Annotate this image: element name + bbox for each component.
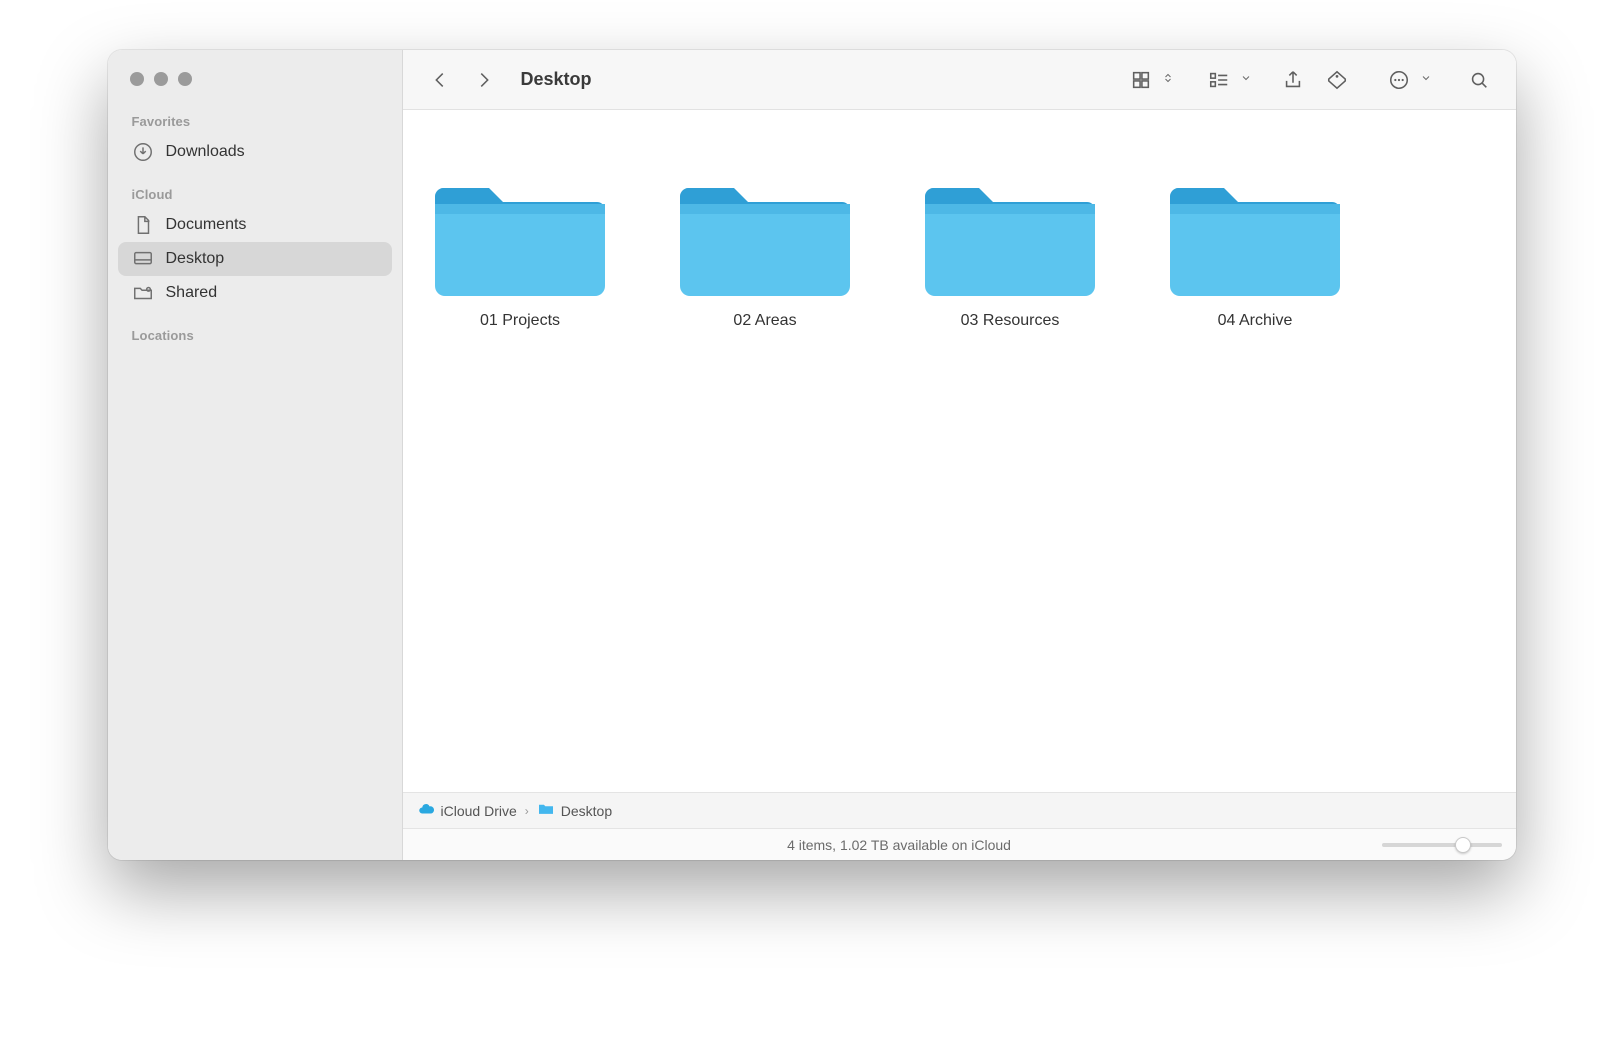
search-button[interactable] [1462, 63, 1496, 97]
folder-item[interactable]: 04 Archive [1158, 160, 1353, 330]
folder-icon [680, 160, 850, 300]
more-actions-icon [1382, 63, 1416, 97]
folder-icon [435, 160, 605, 300]
icloud-icon [417, 800, 435, 821]
path-bar: iCloud Drive › Desktop [403, 792, 1516, 828]
back-button[interactable] [423, 63, 457, 97]
sidebar-item-label: Shared [166, 284, 218, 302]
sidebar-item-label: Documents [166, 216, 247, 234]
sidebar-item-downloads[interactable]: Downloads [118, 135, 392, 169]
group-by-button[interactable] [1202, 63, 1252, 97]
chevron-right-icon: › [525, 804, 529, 818]
window-controls [108, 72, 402, 114]
share-button[interactable] [1276, 63, 1310, 97]
file-grid[interactable]: 01 Projects 02 Areas 03 Resources 04 Arc… [403, 110, 1516, 792]
status-text: 4 items, 1.02 TB available on iCloud [417, 837, 1382, 853]
sidebar-section-locations: Locations [108, 328, 402, 367]
folder-name: 02 Areas [668, 312, 863, 330]
folder-name: 03 Resources [913, 312, 1108, 330]
status-bar: 4 items, 1.02 TB available on iCloud [403, 828, 1516, 860]
minimize-window[interactable] [154, 72, 168, 86]
sidebar-section-favorites: Favorites Downloads [108, 114, 402, 187]
breadcrumb-current[interactable]: Desktop [537, 802, 612, 819]
tags-button[interactable] [1320, 63, 1354, 97]
view-mode-button[interactable] [1124, 63, 1174, 97]
toolbar: Desktop [403, 50, 1516, 110]
sidebar-item-label: Desktop [166, 250, 225, 268]
chevron-down-icon [1420, 71, 1432, 89]
breadcrumb-label: iCloud Drive [441, 803, 517, 819]
breadcrumb-label: Desktop [561, 803, 612, 819]
download-circle-icon [132, 141, 154, 163]
sidebar-item-shared[interactable]: Shared [118, 276, 392, 310]
main-pane: Desktop [403, 50, 1516, 860]
chevron-updown-icon [1162, 71, 1174, 89]
forward-button[interactable] [467, 63, 501, 97]
folder-item[interactable]: 01 Projects [423, 160, 618, 330]
folder-icon [537, 802, 555, 819]
breadcrumb-root[interactable]: iCloud Drive [417, 800, 517, 821]
group-icon [1202, 63, 1236, 97]
chevron-down-icon [1240, 71, 1252, 89]
folder-icon [1170, 160, 1340, 300]
close-window[interactable] [130, 72, 144, 86]
folder-name: 04 Archive [1158, 312, 1353, 330]
finder-window: Favorites Downloads iCloud Documents [108, 50, 1516, 860]
folder-item[interactable]: 03 Resources [913, 160, 1108, 330]
zoom-window[interactable] [178, 72, 192, 86]
sidebar-section-icloud: iCloud Documents Desktop Shared [108, 187, 402, 328]
folder-name: 01 Projects [423, 312, 618, 330]
sidebar-item-label: Downloads [166, 143, 245, 161]
actions-button[interactable] [1382, 63, 1432, 97]
sidebar-item-documents[interactable]: Documents [118, 208, 392, 242]
desktop-icon [132, 248, 154, 270]
sidebar: Favorites Downloads iCloud Documents [108, 50, 403, 860]
shared-folder-icon [132, 282, 154, 304]
sidebar-item-desktop[interactable]: Desktop [118, 242, 392, 276]
folder-item[interactable]: 02 Areas [668, 160, 863, 330]
grid-icon [1124, 63, 1158, 97]
sidebar-heading: Locations [118, 328, 392, 349]
document-icon [132, 214, 154, 236]
folder-icon [925, 160, 1095, 300]
sidebar-heading: iCloud [118, 187, 392, 208]
sidebar-heading: Favorites [118, 114, 392, 135]
window-title: Desktop [521, 69, 592, 90]
icon-size-slider[interactable] [1382, 843, 1502, 847]
